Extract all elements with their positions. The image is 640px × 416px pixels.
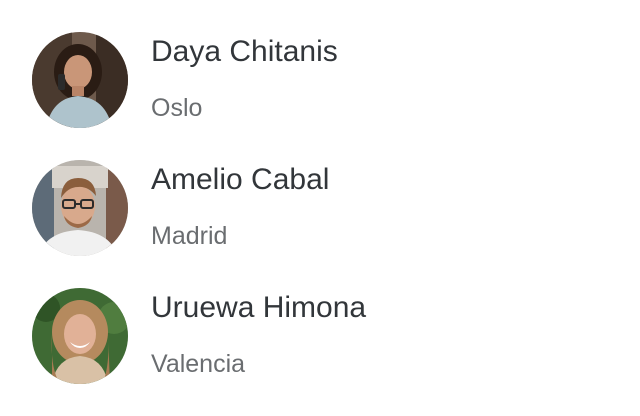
person-photo-icon (32, 160, 128, 256)
list-item[interactable]: Amelio Cabal Madrid (0, 144, 640, 272)
contact-city: Valencia (151, 350, 246, 378)
list-item[interactable]: Daya Chitanis Oslo (0, 16, 640, 144)
contact-city: Madrid (151, 222, 228, 250)
contact-list: Daya Chitanis Oslo Amelio Cabal Madrid U… (0, 0, 640, 416)
person-photo-icon (32, 288, 128, 384)
avatar (32, 160, 128, 256)
contact-city: Oslo (151, 94, 203, 122)
avatar (32, 288, 128, 384)
person-photo-icon (32, 32, 128, 128)
list-item[interactable]: Uruewa Himona Valencia (0, 272, 640, 400)
contact-name: Daya Chitanis (151, 35, 338, 68)
avatar (32, 32, 128, 128)
contact-name: Uruewa Himona (151, 291, 367, 324)
contact-name: Amelio Cabal (151, 163, 330, 196)
